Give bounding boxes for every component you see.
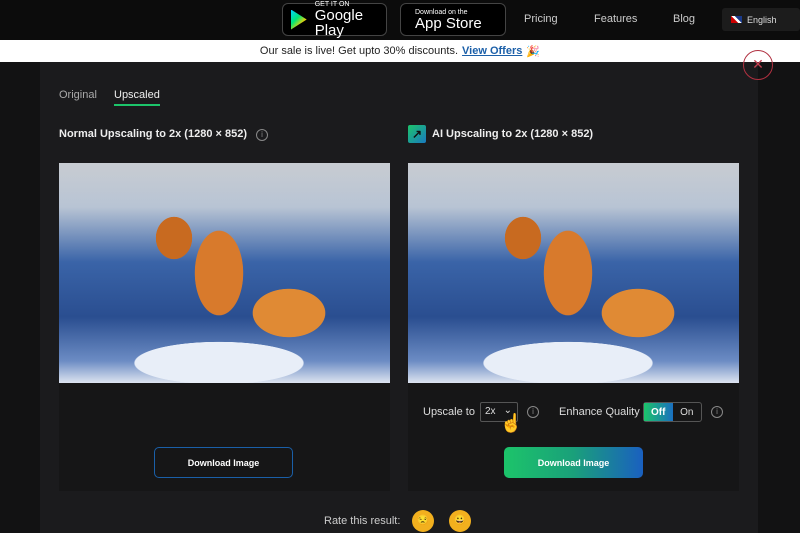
ai-heading-text: AI Upscaling to 2x (1280 × 852) — [432, 128, 594, 140]
enhance-label: Enhance Quality — [559, 406, 640, 418]
google-play-icon — [291, 9, 307, 30]
language-label: English — [747, 14, 777, 25]
normal-fox-image — [59, 163, 390, 383]
upscale-label: Upscale to — [423, 406, 475, 418]
unamused-emoji-button[interactable]: 😒 — [412, 510, 434, 532]
cursor-hand-icon: ☝ — [500, 413, 523, 433]
ai-download-button[interactable]: Download Image — [504, 447, 643, 478]
google-play-large: Google Play — [314, 7, 364, 39]
party-icon: 🎉 — [526, 45, 541, 58]
app-store-button[interactable]: Download on the App Store — [400, 3, 506, 36]
normal-heading-text: Normal Upscaling to 2x (1280 × 852) — [59, 128, 247, 140]
info-icon[interactable]: i — [527, 406, 539, 418]
uk-flag-icon — [731, 16, 742, 23]
nav-blog[interactable]: Blog — [673, 13, 695, 25]
normal-heading: Normal Upscaling to 2x (1280 × 852) i — [59, 128, 269, 141]
top-nav: GET IT ON Google Play Download on the App … — [0, 0, 800, 40]
nav-features[interactable]: Features — [594, 13, 637, 25]
info-icon[interactable]: i — [711, 406, 723, 418]
app-store-large: App Store — [415, 14, 482, 32]
ai-card — [408, 163, 739, 491]
sale-banner: Our sale is live! Get upto 30% discounts… — [0, 40, 800, 62]
enhance-toggle[interactable]: Off On — [643, 402, 702, 422]
language-selector[interactable]: English — [722, 8, 800, 31]
info-icon[interactable]: i — [256, 129, 269, 141]
nav-pricing[interactable]: Pricing — [524, 13, 558, 25]
ai-upscale-icon: ↗ — [408, 125, 426, 143]
tab-upscaled[interactable]: Upscaled — [114, 89, 160, 106]
ai-fox-image — [408, 163, 739, 383]
toggle-on[interactable]: On — [673, 403, 702, 421]
upscale-value: 2x — [485, 406, 496, 417]
smile-emoji-button[interactable]: 😀 — [449, 510, 471, 532]
close-icon[interactable]: ✕ — [743, 50, 773, 80]
ai-heading: ↗ AI Upscaling to 2x (1280 × 852) — [408, 125, 593, 143]
view-offers-link[interactable]: View Offers — [462, 45, 522, 57]
normal-download-button[interactable]: Download Image — [154, 447, 293, 478]
tab-original[interactable]: Original — [59, 89, 97, 101]
google-play-button[interactable]: GET IT ON Google Play — [282, 1, 387, 39]
banner-text: Our sale is live! Get upto 30% discounts… — [259, 45, 459, 57]
rate-label: Rate this result: — [324, 515, 401, 527]
toggle-off[interactable]: Off — [644, 403, 673, 421]
normal-card — [59, 163, 390, 491]
